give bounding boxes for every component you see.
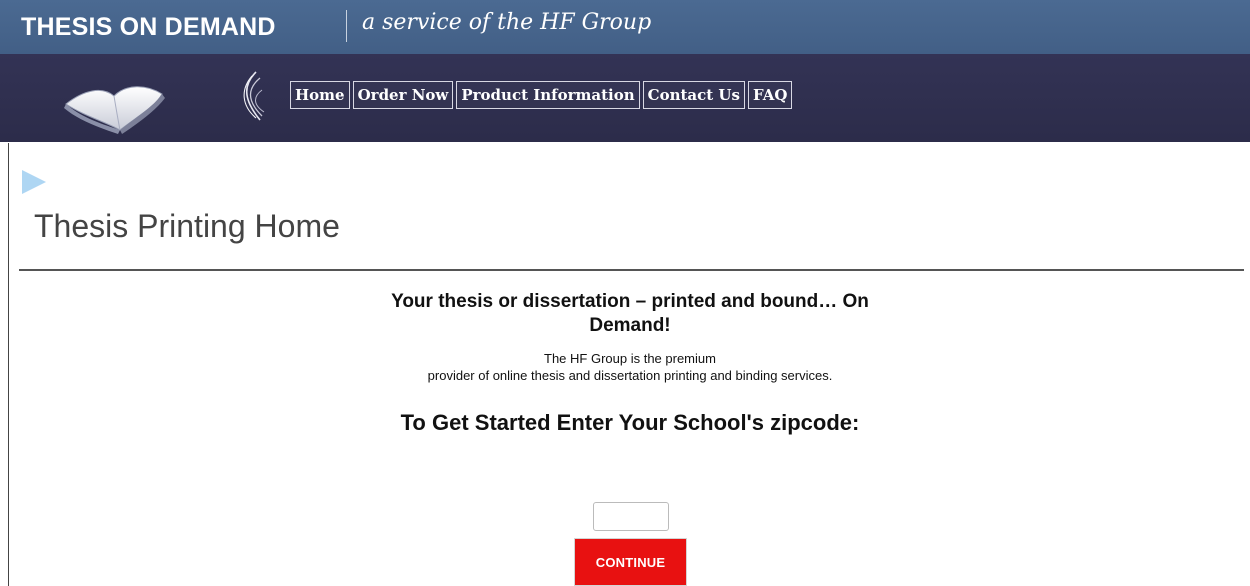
swirl-icon xyxy=(243,71,265,121)
nav-order-now[interactable]: Order Now xyxy=(352,81,454,109)
zipcode-prompt: To Get Started Enter Your School's zipco… xyxy=(400,410,860,435)
nav-home[interactable]: Home xyxy=(290,81,350,109)
intro-line-2: provider of online thesis and dissertati… xyxy=(427,368,833,383)
headline: Your thesis or dissertation – printed an… xyxy=(391,291,869,336)
open-book-icon[interactable] xyxy=(62,76,166,134)
zipcode-input[interactable] xyxy=(593,502,669,531)
brand-name: THESIS ON DEMAND xyxy=(21,13,276,41)
nav-contact-us[interactable]: Contact Us xyxy=(642,81,745,109)
nav-faq[interactable]: FAQ xyxy=(747,81,793,109)
triangle-arrow-icon xyxy=(22,170,46,194)
brand-tagline: a service of the HF Group xyxy=(362,10,652,35)
page-title: Thesis Printing Home xyxy=(34,208,340,244)
main-nav: Home Order Now Product Information Conta… xyxy=(290,81,793,109)
top-banner: THESIS ON DEMAND a service of the HF Gro… xyxy=(0,0,1250,54)
intro-line-1: The HF Group is the premium xyxy=(544,351,716,366)
brand-divider xyxy=(346,10,347,42)
main-content: Your thesis or dissertation – printed an… xyxy=(0,290,1250,436)
continue-button[interactable]: CONTINUE xyxy=(574,538,687,586)
title-divider xyxy=(19,269,1244,271)
intro-text: The HF Group is the premium provider of … xyxy=(395,350,865,384)
nav-product-information[interactable]: Product Information xyxy=(456,81,640,109)
